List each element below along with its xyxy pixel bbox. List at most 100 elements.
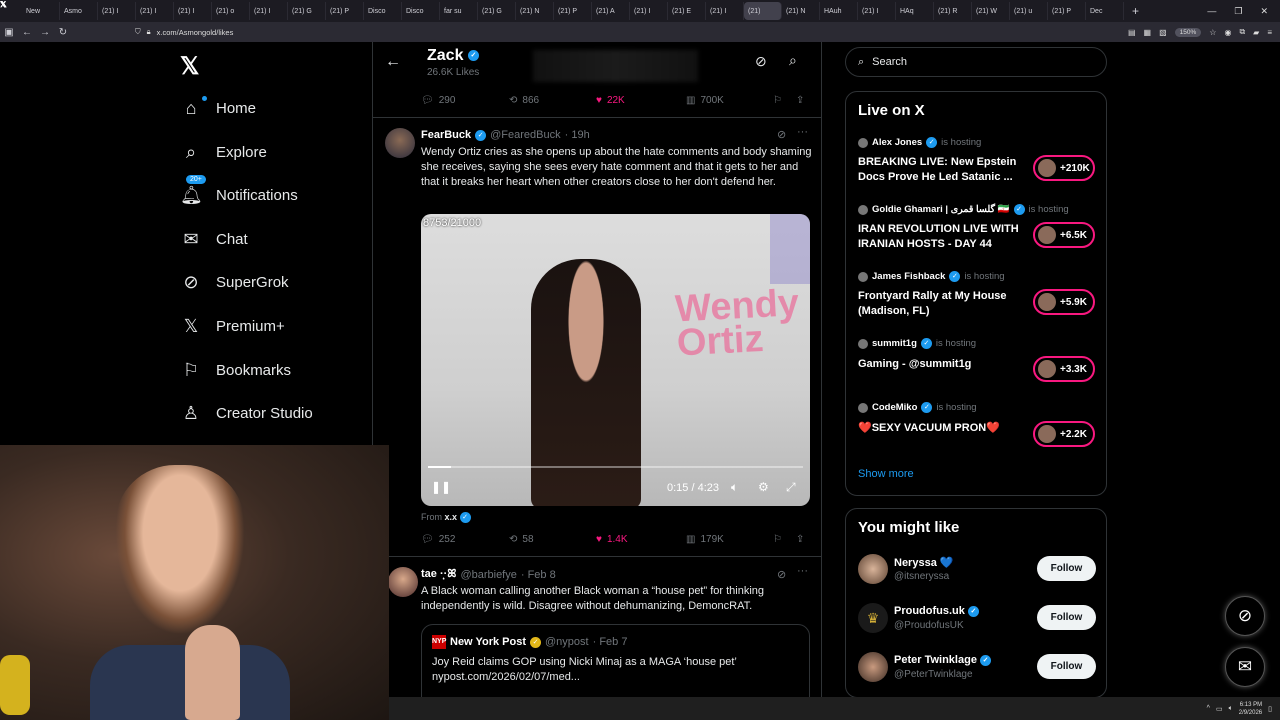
follow-button[interactable]: Follow xyxy=(1037,654,1096,679)
browser-tab[interactable]: 𝕏 (21) R xyxy=(0,0,972,20)
browser-tab[interactable]: 𝕏 (21) P xyxy=(0,0,1086,20)
quoted-tweet[interactable]: NYP New York Post ✓ @nypost · Feb 7 Joy … xyxy=(421,624,810,697)
share-button[interactable]: ⇪ xyxy=(796,95,804,106)
follow-button[interactable]: Follow xyxy=(1037,556,1096,581)
volume-icon[interactable]: 🔈︎ xyxy=(731,480,738,495)
reply-button[interactable]: 💬︎ 252 xyxy=(421,534,455,545)
browser-tab[interactable]: 𝕏 Disco xyxy=(0,0,402,20)
browser-tab[interactable]: 𝕏 (21) I xyxy=(0,0,174,20)
url-bar[interactable]: ⛉ 🔒︎ x.com/Asmongold/likes xyxy=(135,24,1105,40)
browser-tab[interactable]: 𝕏 (21) G xyxy=(0,0,516,20)
browser-tab[interactable]: 𝕏 (21) I xyxy=(0,0,288,20)
network-icon[interactable]: ▭ xyxy=(1216,705,1223,713)
browser-tab[interactable]: 𝕏 (21) I xyxy=(0,0,212,20)
crown-icon[interactable]: ♛ xyxy=(858,603,888,633)
browser-tab[interactable]: 𝕏 (21) I xyxy=(0,0,896,20)
sidebar-item-notifications[interactable]: 🔔︎ 20+ Notifications xyxy=(180,175,298,206)
account-icon[interactable]: ◉ xyxy=(1224,28,1231,37)
live-item-title[interactable]: Gaming - @summit1g xyxy=(858,357,1023,372)
like-button[interactable]: ♥ 22K xyxy=(596,95,625,106)
browser-tab[interactable]: 𝕏 (21) E xyxy=(0,0,706,20)
browser-tab[interactable]: 𝕏 (21) I xyxy=(0,0,136,20)
browser-tab[interactable]: 𝕏far su xyxy=(0,0,478,20)
grok-icon[interactable]: ⊘ xyxy=(777,568,786,581)
follow-button[interactable]: Follow xyxy=(1037,605,1096,630)
suggestion-row[interactable]: ♛ Proudofus.uk ✓ @ProudofusUK Follow xyxy=(858,603,1098,635)
sidebar-item-home[interactable]: ⌂ Home xyxy=(180,96,256,119)
avatar[interactable] xyxy=(388,567,418,597)
clock[interactable]: 6:13 PM 2/9/2026 xyxy=(1239,701,1262,717)
sidebar-item-chat[interactable]: ✉ Chat xyxy=(180,229,247,250)
author-handle[interactable]: @FearedBuck xyxy=(490,129,560,141)
live-listener-pill[interactable]: +210K xyxy=(1033,155,1095,181)
sidebar-toggle-icon[interactable]: ▣ xyxy=(0,27,18,38)
video-progress-bar[interactable] xyxy=(428,466,803,468)
search-icon[interactable]: ⌕ xyxy=(789,52,797,69)
suggestion-row[interactable]: Peter Twinklage ✓ @PeterTwinklage Follow xyxy=(858,652,1098,684)
bookmark-button[interactable]: ⚐ xyxy=(773,534,782,545)
browser-tab[interactable]: 𝕏 (21) N xyxy=(0,0,820,20)
pause-icon[interactable]: ❚❚ xyxy=(431,480,451,494)
chevron-up-icon[interactable]: ^ xyxy=(1207,705,1210,712)
new-tab-icon[interactable]: + xyxy=(1124,4,1147,18)
browser-tab[interactable]: 𝕏 Asmo xyxy=(0,0,98,20)
browser-tab[interactable]: 𝕏 Dec xyxy=(0,0,1124,20)
notification-icon[interactable]: ▯ xyxy=(1268,705,1272,713)
addon-icon[interactable]: ▰ xyxy=(1253,28,1259,37)
browser-tab[interactable]: 𝕏 (21) A xyxy=(0,0,630,20)
browser-tab[interactable]: 𝕏 HAuh xyxy=(0,0,858,20)
repost-button[interactable]: ⟲ 866 xyxy=(509,95,539,106)
avatar[interactable] xyxy=(858,652,888,682)
live-item-title[interactable]: BREAKING LIVE: New Epstein Docs Prove He… xyxy=(858,155,1023,185)
suggestion-row[interactable]: Neryssa 💙 @itsneryssa Follow xyxy=(858,554,1098,586)
live-item-title[interactable]: Frontyard Rally at My House (Madison, FL… xyxy=(858,289,1023,319)
search-input[interactable]: ⌕ Search xyxy=(845,47,1107,77)
sidebar-item-explore[interactable]: ⌕ Explore xyxy=(180,142,267,163)
browser-tab[interactable]: 𝕏 (21) P xyxy=(0,0,592,20)
zoom-level[interactable]: 150% xyxy=(1174,27,1202,37)
extensions-icon[interactable]: ⧉ xyxy=(1239,27,1245,37)
browser-tab[interactable]: 𝕏 (21) I xyxy=(0,0,668,20)
sidebar-item-supergrok[interactable]: ⊘ SuperGrok xyxy=(180,272,288,293)
settings-icon[interactable]: ⚙ xyxy=(758,480,769,494)
live-listener-pill[interactable]: +6.5K xyxy=(1033,222,1095,248)
browser-tab[interactable]: 𝕏 (21) N xyxy=(0,0,554,20)
repost-button[interactable]: ⟲ 58 xyxy=(509,534,534,545)
sidebar-item-bookmarks[interactable]: ⚐ Bookmarks xyxy=(180,360,291,381)
tweet-time[interactable]: · Feb 8 xyxy=(521,569,556,581)
reply-button[interactable]: 💬︎ 290 xyxy=(421,95,455,106)
share-button[interactable]: ⇪ xyxy=(796,534,804,545)
x-logo-icon[interactable]: 𝕏 xyxy=(180,52,199,81)
bookmark-star-icon[interactable]: ☆ xyxy=(1209,28,1216,37)
more-icon[interactable]: ··· xyxy=(797,565,808,577)
live-item-title[interactable]: ❤️SEXY VACUUM PRON❤️ xyxy=(858,421,1023,436)
reader-icon[interactable]: ▤ xyxy=(1128,28,1136,37)
live-listener-pill[interactable]: +5.9K xyxy=(1033,289,1095,315)
volume-icon[interactable]: 🔈︎ xyxy=(1229,705,1233,713)
grok-fab-button[interactable]: ⊘ xyxy=(1225,596,1265,636)
forward-icon[interactable]: → xyxy=(36,27,54,38)
close-icon[interactable]: ✕ xyxy=(1260,6,1268,17)
live-listener-pill[interactable]: +3.3K xyxy=(1033,356,1095,382)
suggestion-name[interactable]: Proudofus.uk ✓ xyxy=(894,605,979,617)
browser-tab[interactable]: 𝕏 (21) P xyxy=(0,0,364,20)
more-icon[interactable]: ··· xyxy=(797,126,808,138)
restore-icon[interactable]: ❐ xyxy=(1234,6,1242,17)
views-button[interactable]: ▥ 179K xyxy=(686,534,724,545)
reload-icon[interactable]: ↻ xyxy=(54,27,72,38)
screenshot-icon[interactable]: ▦ xyxy=(1144,28,1152,37)
bookmark-button[interactable]: ⚐ xyxy=(773,95,782,106)
pip-icon[interactable]: ▧ xyxy=(1159,28,1167,37)
grok-icon[interactable]: ⊘ xyxy=(755,53,767,70)
author-name[interactable]: tae ·̩͙·ꕤ xyxy=(421,568,456,581)
messages-fab-button[interactable]: ✉ xyxy=(1225,647,1265,687)
browser-tab[interactable]: 𝕏 Disco xyxy=(0,0,440,20)
source-user[interactable]: x.x xyxy=(445,512,458,522)
video-player[interactable]: 8753/21000 Wendy Ortiz ❚❚ 0:15 / 4:23 🔈︎… xyxy=(421,214,810,506)
suggestion-name[interactable]: Peter Twinklage ✓ xyxy=(894,654,991,666)
menu-icon[interactable]: ≡ xyxy=(1267,28,1272,37)
like-button[interactable]: ♥ 1.4K xyxy=(596,534,628,545)
show-more-link[interactable]: Show more xyxy=(858,468,914,480)
live-item-title[interactable]: IRAN REVOLUTION LIVE WITH IRANIAN HOSTS … xyxy=(858,222,1023,252)
avatar[interactable] xyxy=(858,554,888,584)
